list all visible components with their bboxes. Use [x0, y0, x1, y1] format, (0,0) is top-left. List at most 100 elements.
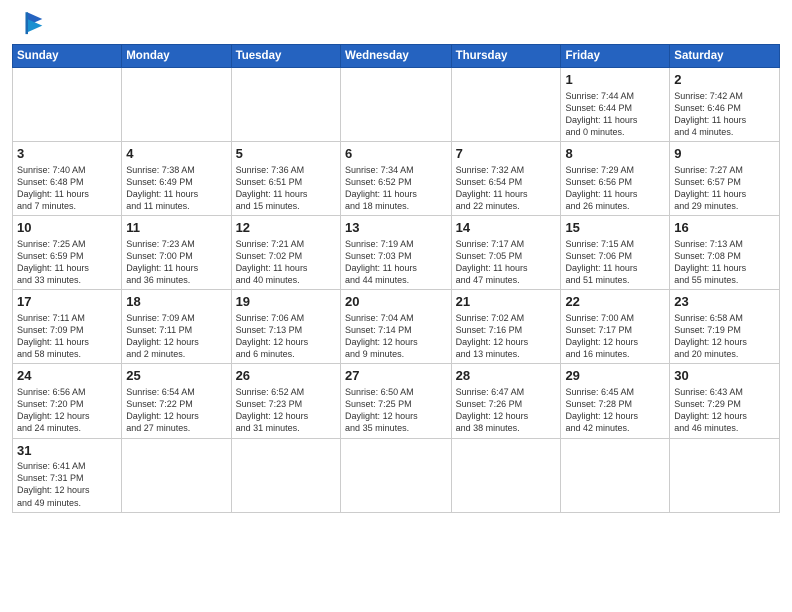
calendar-cell-5-3: 26Sunrise: 6:52 AM Sunset: 7:23 PM Dayli…	[231, 364, 340, 438]
page: SundayMondayTuesdayWednesdayThursdayFrid…	[0, 0, 792, 523]
calendar-cell-6-2	[122, 438, 231, 512]
calendar-cell-5-1: 24Sunrise: 6:56 AM Sunset: 7:20 PM Dayli…	[13, 364, 122, 438]
day-number: 31	[17, 442, 117, 460]
weekday-sunday: Sunday	[13, 45, 122, 68]
day-info: Sunrise: 6:45 AM Sunset: 7:28 PM Dayligh…	[565, 386, 665, 435]
calendar-cell-4-2: 18Sunrise: 7:09 AM Sunset: 7:11 PM Dayli…	[122, 290, 231, 364]
calendar-cell-5-4: 27Sunrise: 6:50 AM Sunset: 7:25 PM Dayli…	[341, 364, 452, 438]
calendar-cell-3-1: 10Sunrise: 7:25 AM Sunset: 6:59 PM Dayli…	[13, 216, 122, 290]
day-number: 29	[565, 367, 665, 385]
day-number: 1	[565, 71, 665, 89]
week-row-4: 17Sunrise: 7:11 AM Sunset: 7:09 PM Dayli…	[13, 290, 780, 364]
week-row-2: 3Sunrise: 7:40 AM Sunset: 6:48 PM Daylig…	[13, 142, 780, 216]
day-info: Sunrise: 6:52 AM Sunset: 7:23 PM Dayligh…	[236, 386, 336, 435]
calendar-cell-1-2	[122, 68, 231, 142]
calendar-cell-2-6: 8Sunrise: 7:29 AM Sunset: 6:56 PM Daylig…	[561, 142, 670, 216]
week-row-6: 31Sunrise: 6:41 AM Sunset: 7:31 PM Dayli…	[13, 438, 780, 512]
day-number: 5	[236, 145, 336, 163]
day-number: 21	[456, 293, 557, 311]
calendar-cell-2-2: 4Sunrise: 7:38 AM Sunset: 6:49 PM Daylig…	[122, 142, 231, 216]
day-number: 14	[456, 219, 557, 237]
calendar-cell-6-6	[561, 438, 670, 512]
calendar-cell-3-6: 15Sunrise: 7:15 AM Sunset: 7:06 PM Dayli…	[561, 216, 670, 290]
calendar-cell-3-5: 14Sunrise: 7:17 AM Sunset: 7:05 PM Dayli…	[451, 216, 561, 290]
calendar-cell-4-5: 21Sunrise: 7:02 AM Sunset: 7:16 PM Dayli…	[451, 290, 561, 364]
day-info: Sunrise: 7:42 AM Sunset: 6:46 PM Dayligh…	[674, 90, 775, 139]
week-row-1: 1Sunrise: 7:44 AM Sunset: 6:44 PM Daylig…	[13, 68, 780, 142]
day-info: Sunrise: 7:32 AM Sunset: 6:54 PM Dayligh…	[456, 164, 557, 213]
day-info: Sunrise: 7:09 AM Sunset: 7:11 PM Dayligh…	[126, 312, 226, 361]
day-number: 13	[345, 219, 447, 237]
day-number: 9	[674, 145, 775, 163]
day-number: 24	[17, 367, 117, 385]
calendar-cell-6-1: 31Sunrise: 6:41 AM Sunset: 7:31 PM Dayli…	[13, 438, 122, 512]
day-number: 20	[345, 293, 447, 311]
day-number: 3	[17, 145, 117, 163]
calendar-cell-1-5	[451, 68, 561, 142]
day-number: 6	[345, 145, 447, 163]
calendar-cell-1-7: 2Sunrise: 7:42 AM Sunset: 6:46 PM Daylig…	[670, 68, 780, 142]
calendar-cell-2-4: 6Sunrise: 7:34 AM Sunset: 6:52 PM Daylig…	[341, 142, 452, 216]
weekday-tuesday: Tuesday	[231, 45, 340, 68]
day-number: 22	[565, 293, 665, 311]
calendar-cell-6-4	[341, 438, 452, 512]
day-info: Sunrise: 6:58 AM Sunset: 7:19 PM Dayligh…	[674, 312, 775, 361]
day-number: 16	[674, 219, 775, 237]
calendar-cell-2-3: 5Sunrise: 7:36 AM Sunset: 6:51 PM Daylig…	[231, 142, 340, 216]
day-number: 7	[456, 145, 557, 163]
calendar-table: SundayMondayTuesdayWednesdayThursdayFrid…	[12, 44, 780, 513]
calendar-cell-3-3: 12Sunrise: 7:21 AM Sunset: 7:02 PM Dayli…	[231, 216, 340, 290]
calendar-cell-4-4: 20Sunrise: 7:04 AM Sunset: 7:14 PM Dayli…	[341, 290, 452, 364]
day-number: 2	[674, 71, 775, 89]
day-info: Sunrise: 7:11 AM Sunset: 7:09 PM Dayligh…	[17, 312, 117, 361]
day-info: Sunrise: 7:40 AM Sunset: 6:48 PM Dayligh…	[17, 164, 117, 213]
day-info: Sunrise: 7:27 AM Sunset: 6:57 PM Dayligh…	[674, 164, 775, 213]
day-info: Sunrise: 6:47 AM Sunset: 7:26 PM Dayligh…	[456, 386, 557, 435]
day-info: Sunrise: 7:29 AM Sunset: 6:56 PM Dayligh…	[565, 164, 665, 213]
day-number: 18	[126, 293, 226, 311]
day-info: Sunrise: 6:56 AM Sunset: 7:20 PM Dayligh…	[17, 386, 117, 435]
day-info: Sunrise: 7:34 AM Sunset: 6:52 PM Dayligh…	[345, 164, 447, 213]
day-info: Sunrise: 7:04 AM Sunset: 7:14 PM Dayligh…	[345, 312, 447, 361]
week-row-5: 24Sunrise: 6:56 AM Sunset: 7:20 PM Dayli…	[13, 364, 780, 438]
calendar-cell-4-1: 17Sunrise: 7:11 AM Sunset: 7:09 PM Dayli…	[13, 290, 122, 364]
day-number: 11	[126, 219, 226, 237]
day-number: 23	[674, 293, 775, 311]
weekday-monday: Monday	[122, 45, 231, 68]
day-info: Sunrise: 7:25 AM Sunset: 6:59 PM Dayligh…	[17, 238, 117, 287]
day-number: 28	[456, 367, 557, 385]
day-number: 26	[236, 367, 336, 385]
calendar-cell-5-7: 30Sunrise: 6:43 AM Sunset: 7:29 PM Dayli…	[670, 364, 780, 438]
calendar-cell-3-7: 16Sunrise: 7:13 AM Sunset: 7:08 PM Dayli…	[670, 216, 780, 290]
calendar-cell-6-3	[231, 438, 340, 512]
day-info: Sunrise: 7:06 AM Sunset: 7:13 PM Dayligh…	[236, 312, 336, 361]
calendar-cell-2-1: 3Sunrise: 7:40 AM Sunset: 6:48 PM Daylig…	[13, 142, 122, 216]
day-number: 15	[565, 219, 665, 237]
calendar-cell-3-2: 11Sunrise: 7:23 AM Sunset: 7:00 PM Dayli…	[122, 216, 231, 290]
day-info: Sunrise: 7:44 AM Sunset: 6:44 PM Dayligh…	[565, 90, 665, 139]
day-number: 30	[674, 367, 775, 385]
day-info: Sunrise: 7:21 AM Sunset: 7:02 PM Dayligh…	[236, 238, 336, 287]
day-info: Sunrise: 7:13 AM Sunset: 7:08 PM Dayligh…	[674, 238, 775, 287]
calendar-cell-4-7: 23Sunrise: 6:58 AM Sunset: 7:19 PM Dayli…	[670, 290, 780, 364]
day-info: Sunrise: 7:17 AM Sunset: 7:05 PM Dayligh…	[456, 238, 557, 287]
calendar-cell-5-2: 25Sunrise: 6:54 AM Sunset: 7:22 PM Dayli…	[122, 364, 231, 438]
day-number: 8	[565, 145, 665, 163]
calendar-cell-2-7: 9Sunrise: 7:27 AM Sunset: 6:57 PM Daylig…	[670, 142, 780, 216]
day-info: Sunrise: 7:36 AM Sunset: 6:51 PM Dayligh…	[236, 164, 336, 213]
calendar-cell-3-4: 13Sunrise: 7:19 AM Sunset: 7:03 PM Dayli…	[341, 216, 452, 290]
day-info: Sunrise: 7:00 AM Sunset: 7:17 PM Dayligh…	[565, 312, 665, 361]
weekday-friday: Friday	[561, 45, 670, 68]
day-info: Sunrise: 6:50 AM Sunset: 7:25 PM Dayligh…	[345, 386, 447, 435]
calendar-cell-4-3: 19Sunrise: 7:06 AM Sunset: 7:13 PM Dayli…	[231, 290, 340, 364]
calendar-cell-1-1	[13, 68, 122, 142]
weekday-saturday: Saturday	[670, 45, 780, 68]
calendar-cell-6-5	[451, 438, 561, 512]
calendar-cell-5-5: 28Sunrise: 6:47 AM Sunset: 7:26 PM Dayli…	[451, 364, 561, 438]
calendar-cell-2-5: 7Sunrise: 7:32 AM Sunset: 6:54 PM Daylig…	[451, 142, 561, 216]
header	[12, 10, 780, 38]
calendar-cell-1-6: 1Sunrise: 7:44 AM Sunset: 6:44 PM Daylig…	[561, 68, 670, 142]
day-info: Sunrise: 6:54 AM Sunset: 7:22 PM Dayligh…	[126, 386, 226, 435]
day-number: 19	[236, 293, 336, 311]
day-info: Sunrise: 7:19 AM Sunset: 7:03 PM Dayligh…	[345, 238, 447, 287]
